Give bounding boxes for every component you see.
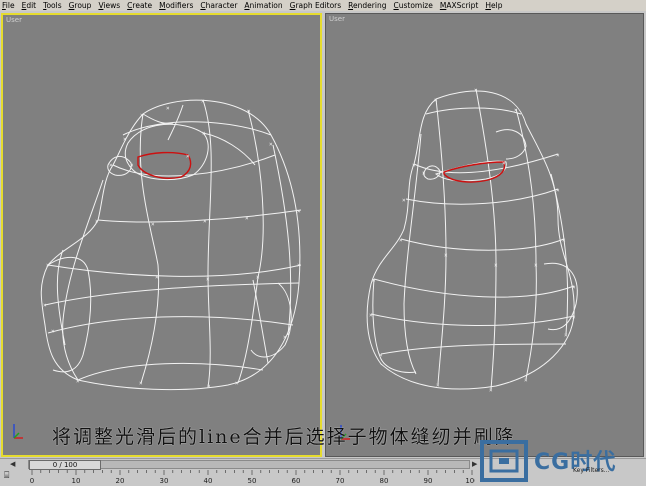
svg-text:×: × — [402, 197, 406, 204]
menu-edit[interactable]: Edit — [22, 0, 37, 11]
viewport-left[interactable]: User × × × × × × × × × × × × × × × × × ×… — [1, 13, 322, 457]
key-filters-link[interactable]: Key Filters... — [573, 467, 610, 474]
svg-text:×: × — [140, 112, 144, 119]
ruler-tick-label: 40 — [204, 477, 213, 485]
svg-text:×: × — [139, 380, 143, 387]
svg-text:×: × — [256, 274, 260, 281]
menu-animation[interactable]: Animation — [244, 0, 282, 11]
time-slider-thumb[interactable]: 0 / 100 — [29, 460, 101, 470]
ruler-tick-label: 90 — [424, 477, 433, 485]
menu-rendering[interactable]: Rendering — [348, 0, 386, 11]
ruler-tick-label: 10 — [72, 477, 81, 485]
spline-cage-wireframe[interactable]: × × × × × × × × × × × × × × × × × × × × × × × — [326, 14, 643, 456]
menu-character[interactable]: Character — [200, 0, 237, 11]
svg-text:×: × — [201, 98, 205, 105]
svg-text:×: × — [436, 382, 440, 389]
svg-text:×: × — [95, 218, 99, 225]
svg-text:×: × — [245, 215, 249, 222]
menu-group[interactable]: Group — [69, 0, 92, 11]
time-slider-track[interactable]: 0 / 100 — [28, 460, 470, 470]
svg-text:×: × — [43, 302, 47, 309]
menu-tools[interactable]: Tools — [43, 0, 61, 11]
axis-tripod-icon — [13, 424, 23, 439]
svg-text:×: × — [434, 97, 438, 104]
menu-create[interactable]: Create — [127, 0, 152, 11]
svg-text:×: × — [297, 208, 301, 215]
svg-text:×: × — [524, 377, 528, 384]
spline-cage-wireframe[interactable]: × × × × × × × × × × × × × × × × × × × × × × × × × × × — [3, 15, 320, 455]
svg-text:×: × — [130, 162, 134, 169]
ruler-tick-label: 80 — [380, 477, 389, 485]
svg-text:×: × — [369, 312, 373, 319]
svg-text:×: × — [186, 153, 190, 160]
svg-text:×: × — [489, 387, 493, 394]
ruler-tick-label: 50 — [248, 477, 257, 485]
svg-text:×: × — [151, 221, 155, 228]
ruler-tick-label: 70 — [336, 477, 345, 485]
svg-text:×: × — [474, 87, 478, 94]
menu-help[interactable]: Help — [485, 0, 502, 11]
svg-text:×: × — [399, 237, 403, 244]
menu-graph-editors[interactable]: Graph Editors — [290, 0, 342, 11]
svg-text:×: × — [166, 105, 170, 112]
track-bar-icon[interactable]: ⌸ — [4, 471, 18, 483]
svg-text:×: × — [123, 136, 127, 143]
tutorial-caption: 将调整光滑后的line合并后选择子物体缝纫并刷降 — [52, 426, 516, 448]
ruler-tick-label: 100 — [465, 477, 475, 485]
svg-text:×: × — [207, 383, 211, 390]
svg-text:×: × — [206, 276, 210, 283]
menu-customize[interactable]: Customize — [393, 0, 432, 11]
svg-text:×: × — [269, 141, 273, 148]
menu-bar: File Edit Tools Group Views Create Modif… — [0, 0, 646, 11]
track-ruler[interactable]: 0 10 20 30 40 50 60 70 80 90 100 — [30, 470, 475, 486]
svg-text:×: × — [109, 162, 113, 169]
svg-text:×: × — [562, 237, 566, 244]
prev-frame-arrow-icon[interactable]: ◀ — [10, 460, 15, 468]
svg-text:×: × — [203, 218, 207, 225]
menu-modifiers[interactable]: Modifiers — [159, 0, 193, 11]
viewport-area: User × × × × × × × × × × × × × × × × × ×… — [0, 11, 646, 459]
brand-logo: CG时代 — [478, 438, 646, 485]
svg-text:×: × — [572, 314, 576, 321]
svg-text:×: × — [235, 380, 239, 387]
next-frame-arrow-icon[interactable]: ▶ — [472, 460, 477, 468]
ruler-tick-label: 60 — [292, 477, 301, 485]
ruler-tick-label: 0 — [30, 477, 34, 485]
ruler-tick-label: 20 — [116, 477, 125, 485]
svg-text:×: × — [534, 262, 538, 269]
svg-text:×: × — [202, 130, 206, 137]
svg-text:×: × — [76, 378, 80, 385]
svg-text:×: × — [556, 152, 560, 159]
svg-text:×: × — [444, 252, 448, 259]
svg-text:×: × — [572, 284, 576, 291]
svg-text:×: × — [247, 108, 251, 115]
svg-text:×: × — [155, 274, 159, 281]
menu-maxscript[interactable]: MAXScript — [440, 0, 479, 11]
svg-text:×: × — [297, 262, 301, 269]
svg-text:×: × — [422, 170, 426, 177]
svg-text:×: × — [514, 107, 518, 114]
svg-text:×: × — [502, 160, 506, 167]
menu-file[interactable]: File — [2, 0, 15, 11]
svg-text:×: × — [372, 277, 376, 284]
svg-text:×: × — [412, 162, 416, 169]
ruler-tick-label: 30 — [160, 477, 169, 485]
svg-text:×: × — [46, 262, 50, 269]
svg-text:×: × — [556, 187, 560, 194]
svg-text:×: × — [379, 352, 383, 359]
svg-text:×: × — [564, 332, 568, 339]
menu-views[interactable]: Views — [98, 0, 120, 11]
svg-text:×: × — [283, 334, 287, 341]
svg-text:×: × — [51, 328, 55, 335]
svg-text:×: × — [494, 262, 498, 269]
viewport-right[interactable]: User × × × × × × × × × × × × × × × × × ×… — [325, 13, 644, 457]
